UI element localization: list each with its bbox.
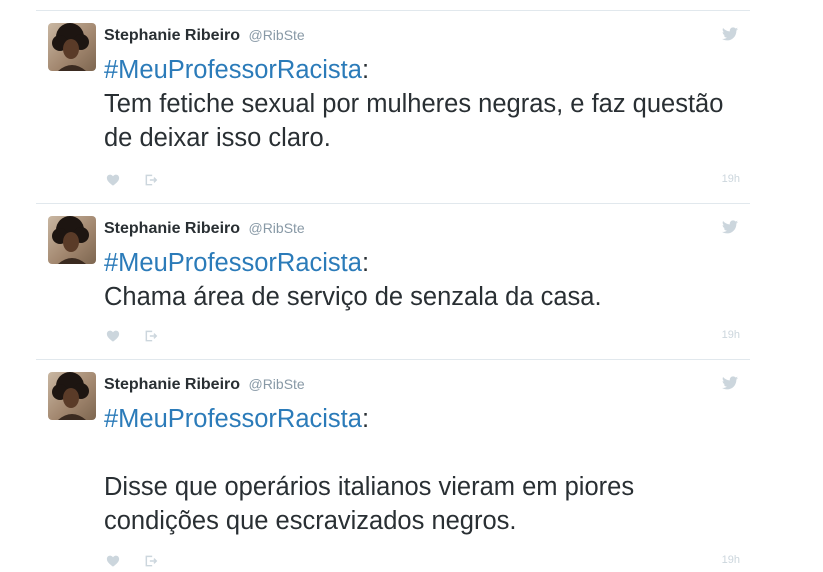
author-handle[interactable]: @RibSte — [248, 27, 304, 43]
tweet[interactable]: Stephanie Ribeiro @RibSte #MeuProfessorR… — [36, 204, 750, 359]
hashtag-link[interactable]: #MeuProfessorRacista — [104, 56, 362, 84]
author-handle[interactable]: @RibSte — [248, 376, 304, 392]
timestamp[interactable]: 19h — [722, 173, 740, 185]
share-icon[interactable] — [144, 329, 158, 343]
heart-icon[interactable] — [106, 173, 120, 187]
tweet[interactable]: Stephanie Ribeiro @RibSte #MeuProfessorR… — [36, 11, 750, 203]
tweet-feed: Stephanie Ribeiro @RibSte #MeuProfessorR… — [36, 10, 750, 570]
hashtag-link[interactable]: #MeuProfessorRacista — [104, 405, 362, 433]
timestamp[interactable]: 19h — [722, 554, 740, 566]
tweet-body: Disse que operários italianos vieram em … — [104, 473, 635, 535]
twitter-bird-icon[interactable] — [722, 27, 738, 41]
colon: : — [361, 56, 370, 84]
heart-icon[interactable] — [106, 329, 120, 343]
avatar[interactable] — [48, 216, 96, 264]
hashtag-link[interactable]: #MeuProfessorRacista — [104, 249, 362, 277]
tweet-actions: 19h — [104, 329, 744, 347]
tweet-body: Tem fetiche sexual por mulheres negras, … — [104, 90, 731, 152]
author-handle[interactable]: @RibSte — [248, 220, 304, 236]
tweet-actions: 19h — [104, 554, 744, 572]
colon: : — [361, 249, 370, 277]
tweet-header: Stephanie Ribeiro @RibSte — [104, 374, 305, 395]
timestamp[interactable]: 19h — [722, 329, 740, 341]
share-icon[interactable] — [144, 173, 158, 187]
tweet-header: Stephanie Ribeiro @RibSte — [104, 218, 305, 239]
colon: : — [361, 405, 370, 433]
avatar[interactable] — [48, 23, 96, 71]
tweet-header: Stephanie Ribeiro @RibSte — [104, 25, 305, 46]
tweet-text: #MeuProfessorRacista: Disse que operário… — [104, 402, 724, 538]
tweet-text: #MeuProfessorRacista: Tem fetiche sexual… — [104, 53, 724, 155]
author-name[interactable]: Stephanie Ribeiro — [104, 376, 240, 393]
tweet-body: Chama área de serviço de senzala da casa… — [104, 283, 602, 311]
tweet-text: #MeuProfessorRacista: Chama área de serv… — [104, 246, 724, 314]
author-name[interactable]: Stephanie Ribeiro — [104, 220, 240, 237]
tweet[interactable]: Stephanie Ribeiro @RibSte #MeuProfessorR… — [36, 360, 750, 570]
tweet-actions: 19h — [104, 173, 744, 191]
share-icon[interactable] — [144, 554, 158, 568]
author-name[interactable]: Stephanie Ribeiro — [104, 27, 240, 44]
heart-icon[interactable] — [106, 554, 120, 568]
avatar[interactable] — [48, 372, 96, 420]
twitter-bird-icon[interactable] — [722, 376, 738, 390]
twitter-bird-icon[interactable] — [722, 220, 738, 234]
